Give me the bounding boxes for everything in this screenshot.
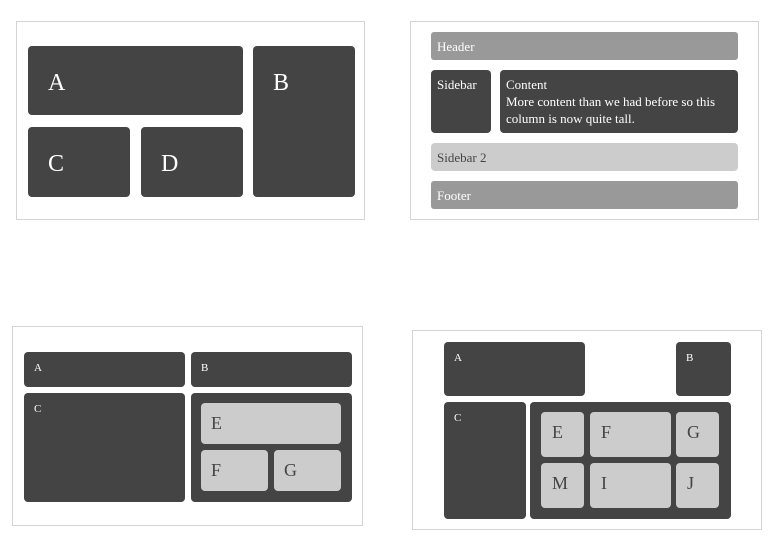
- nested-item-f: F: [201, 450, 268, 491]
- nested-grid-container: E F G: [191, 393, 352, 502]
- nested-item-g-label: G: [284, 460, 297, 480]
- nested-item-m-label: M: [552, 473, 569, 493]
- sidebar2-label: Sidebar 2: [437, 150, 487, 165]
- header-block: Header: [431, 32, 738, 60]
- nested-item-j: J: [676, 463, 719, 508]
- nested-item-e-label: E: [211, 413, 222, 433]
- grid-item-c-label: C: [34, 403, 42, 415]
- nested-grid-example-panel: A B C E F G: [12, 326, 363, 526]
- grid-item-d-label: D: [161, 151, 179, 177]
- content-block: Content More content than we had before …: [500, 70, 738, 133]
- layout-example-panel: Header Sidebar Content More content than…: [410, 21, 759, 220]
- grid-example-1-panel: A B C D: [16, 21, 365, 220]
- nested-item-g-label: G: [687, 422, 700, 442]
- grid-item-a: A: [28, 46, 243, 115]
- sidebar-label: Sidebar: [437, 77, 477, 92]
- content-body: More content than we had before so this …: [506, 94, 716, 126]
- grid-item-c: C: [24, 393, 185, 502]
- content-title: Content: [506, 77, 548, 92]
- grid-item-b-label: B: [273, 70, 290, 96]
- nested-item-f: F: [590, 412, 671, 457]
- grid-item-a: A: [444, 342, 585, 396]
- nested-item-g: G: [274, 450, 341, 491]
- grid-item-a: A: [24, 352, 185, 387]
- nested-item-e-label: E: [552, 422, 563, 442]
- sidebar2-block: Sidebar 2: [431, 143, 738, 171]
- grid-item-d: D: [141, 127, 243, 197]
- nested-item-m: M: [541, 463, 584, 508]
- nested-grid-container: E F G M I J: [530, 402, 731, 519]
- grid-item-b-label: B: [201, 362, 209, 374]
- grid-item-c: C: [28, 127, 130, 197]
- nested-item-g: G: [676, 412, 719, 457]
- grid-item-b: B: [253, 46, 355, 197]
- grid-item-c: C: [444, 402, 526, 519]
- grid-item-a-label: A: [48, 70, 66, 96]
- nested-item-e: E: [201, 403, 341, 444]
- nested-item-j-label: J: [687, 473, 695, 493]
- sidebar-block: Sidebar: [431, 70, 491, 133]
- grid-item-c-label: C: [454, 412, 462, 424]
- nested-item-f-label: F: [211, 460, 222, 480]
- subgrid-example-panel: A B C E F G M I J: [412, 330, 762, 530]
- nested-item-e: E: [541, 412, 584, 457]
- footer-block: Footer: [431, 181, 738, 209]
- grid-item-b-label: B: [686, 352, 694, 364]
- grid-item-a-label: A: [34, 362, 42, 374]
- content-text: Content More content than we had before …: [506, 76, 732, 127]
- nested-item-f-label: F: [601, 422, 612, 442]
- grid-item-c-label: C: [48, 151, 65, 177]
- grid-item-b: B: [676, 342, 731, 396]
- nested-item-i: I: [590, 463, 671, 508]
- grid-item-b: B: [191, 352, 352, 387]
- header-label: Header: [437, 39, 475, 54]
- nested-item-i-label: I: [601, 473, 607, 493]
- grid-item-a-label: A: [454, 352, 462, 364]
- footer-label: Footer: [437, 188, 471, 203]
